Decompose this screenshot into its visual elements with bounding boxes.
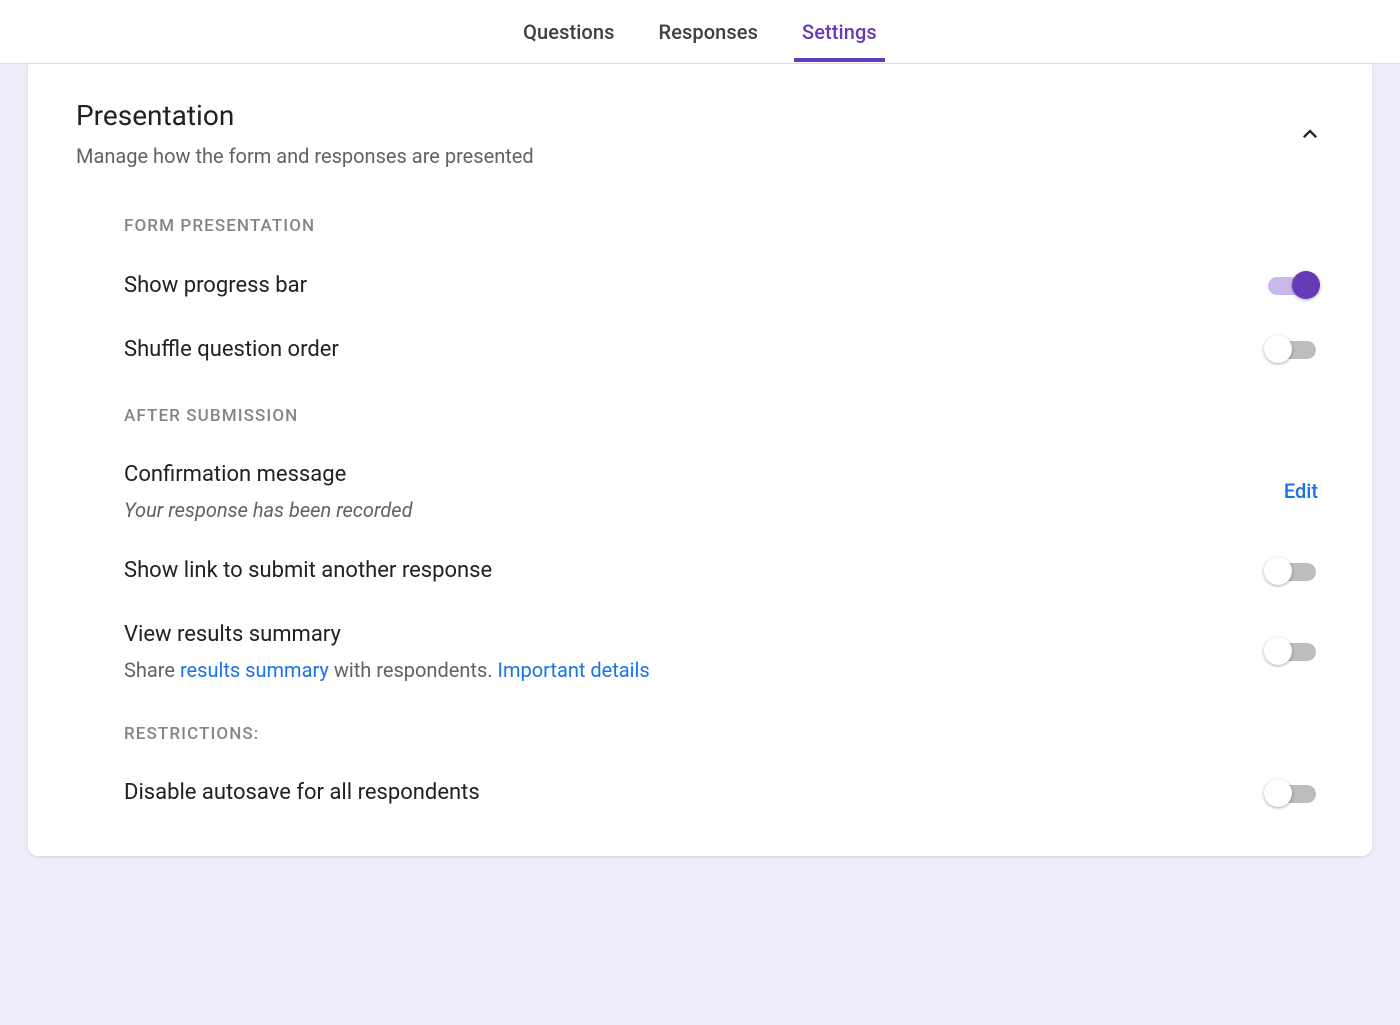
group-label-form-presentation: FORM PRESENTATION (124, 216, 1324, 236)
confirmation-message-label: Confirmation message (124, 460, 1284, 490)
disable-autosave-row: Disable autosave for all respondents (124, 752, 1324, 816)
section-title: Presentation (76, 98, 534, 134)
disable-autosave-toggle[interactable] (1264, 778, 1320, 808)
disable-autosave-label: Disable autosave for all respondents (124, 778, 480, 808)
presentation-header: Presentation Manage how the form and res… (76, 78, 1324, 182)
view-results-summary-desc: Share results summary with respondents. … (124, 658, 1264, 682)
group-label-restrictions: RESTRICTIONS: (124, 724, 1324, 744)
tab-responses[interactable]: Responses (651, 2, 767, 62)
share-prefix: Share (124, 658, 180, 682)
submit-another-toggle[interactable] (1264, 556, 1320, 586)
view-results-summary-toggle[interactable] (1264, 636, 1320, 666)
results-summary-link[interactable]: results summary (180, 658, 329, 682)
view-results-summary-row: View results summary Share results summa… (124, 594, 1324, 690)
confirmation-message-value: Your response has been recorded (124, 498, 1284, 522)
important-details-link[interactable]: Important details (498, 658, 650, 682)
form-presentation-group: FORM PRESENTATION Show progress bar Shuf… (76, 182, 1324, 372)
settings-card: Presentation Manage how the form and res… (28, 64, 1372, 856)
collapse-chevron-up-icon[interactable] (1296, 120, 1324, 152)
restrictions-group: RESTRICTIONS: Disable autosave for all r… (76, 690, 1324, 816)
group-label-after-submission: AFTER SUBMISSION (124, 406, 1324, 426)
show-progress-bar-toggle[interactable] (1264, 270, 1320, 300)
after-submission-group: AFTER SUBMISSION Confirmation message Yo… (76, 372, 1324, 689)
show-progress-bar-row: Show progress bar (124, 244, 1324, 308)
confirmation-edit-button[interactable]: Edit (1284, 479, 1324, 503)
shuffle-question-order-row: Shuffle question order (124, 308, 1324, 372)
share-middle: with respondents. (329, 658, 498, 682)
submit-another-label: Show link to submit another response (124, 556, 492, 586)
tab-settings[interactable]: Settings (794, 2, 885, 62)
confirmation-message-row: Confirmation message Your response has b… (124, 434, 1324, 530)
shuffle-question-order-label: Shuffle question order (124, 335, 339, 365)
shuffle-question-order-toggle[interactable] (1264, 334, 1320, 364)
view-results-summary-label: View results summary (124, 620, 1264, 650)
tab-bar: Questions Responses Settings (0, 0, 1400, 64)
tab-questions[interactable]: Questions (515, 2, 622, 62)
submit-another-row: Show link to submit another response (124, 530, 1324, 594)
section-subtitle: Manage how the form and responses are pr… (76, 144, 534, 168)
show-progress-bar-label: Show progress bar (124, 271, 307, 301)
